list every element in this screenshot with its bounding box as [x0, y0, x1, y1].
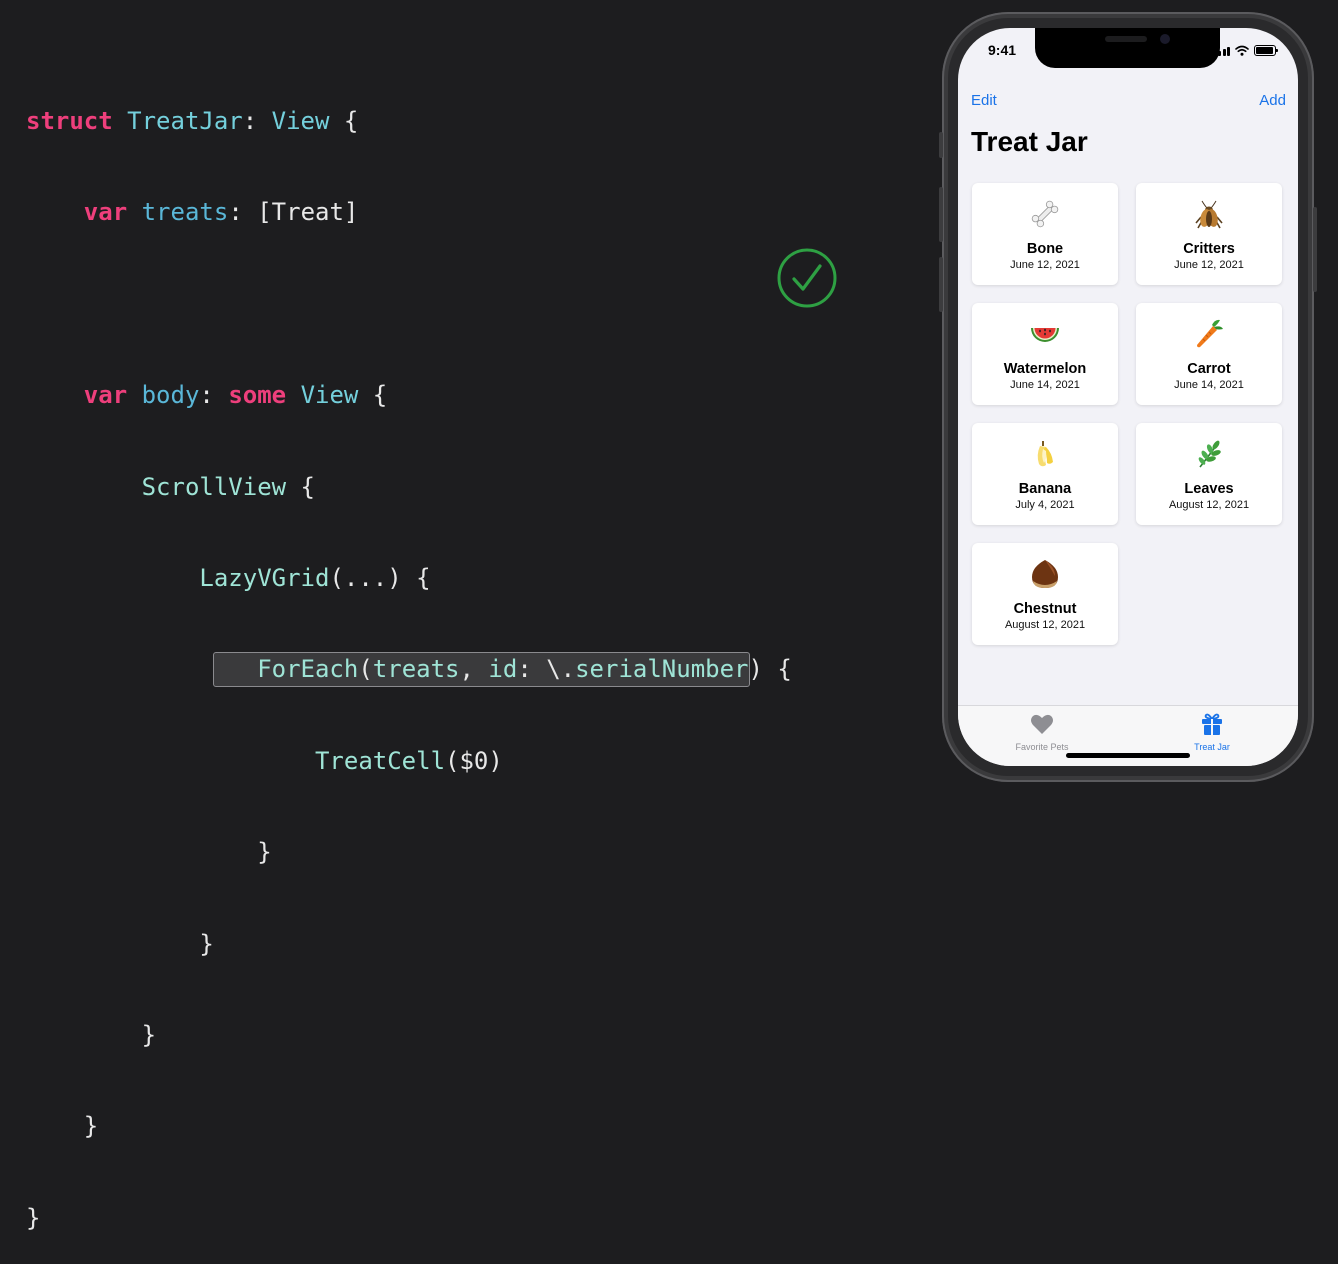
bone-icon: [972, 197, 1118, 231]
treat-date: August 12, 2021: [1168, 499, 1250, 511]
treat-card-critters[interactable]: Critters June 12, 2021: [1136, 183, 1282, 285]
treat-date: June 14, 2021: [1174, 379, 1244, 391]
heart-icon: [987, 712, 1097, 736]
notch: [1035, 28, 1220, 68]
code-line-6: LazyVGrid(...) {: [199, 563, 431, 592]
treat-name: Bone: [1026, 241, 1064, 257]
add-button[interactable]: Add: [1259, 92, 1286, 109]
treat-date: June 14, 2021: [1010, 379, 1080, 391]
chestnut-icon: [972, 557, 1118, 591]
side-button: [1313, 207, 1317, 292]
treat-card-banana[interactable]: Banana July 4, 2021: [972, 423, 1118, 525]
treat-date: July 4, 2021: [1015, 499, 1075, 511]
treat-date: June 12, 2021: [1010, 259, 1080, 271]
treat-date: June 12, 2021: [1174, 259, 1244, 271]
treat-card-watermelon[interactable]: Watermelon June 14, 2021: [972, 303, 1118, 405]
treat-card-chestnut[interactable]: Chestnut August 12, 2021: [972, 543, 1118, 645]
treat-name: Carrot: [1187, 361, 1231, 377]
treat-date: August 12, 2021: [1004, 619, 1086, 631]
home-indicator[interactable]: [1066, 753, 1190, 758]
volume-up-button: [939, 187, 943, 242]
code-line-11: }: [141, 1020, 157, 1049]
mute-switch: [939, 132, 943, 158]
iphone-frame: 9:41 Edit Add Treat Jar Bone June 12, 20…: [939, 12, 1317, 782]
front-camera: [1160, 34, 1170, 44]
treat-name: Watermelon: [1003, 361, 1087, 377]
tab-treat-jar[interactable]: Treat Jar: [1157, 712, 1267, 752]
carrot-icon: [1136, 317, 1282, 351]
tab-label: Treat Jar: [1194, 742, 1230, 752]
speaker-grille: [1105, 36, 1147, 42]
cellular-signal-icon: [1213, 46, 1230, 56]
code-line-4: var body: some View {: [83, 381, 388, 410]
code-line-9: }: [257, 838, 272, 867]
status-time: 9:41: [988, 42, 1017, 58]
code-snippet: struct TreatJar: View { var treats: [Tre…: [26, 48, 792, 1264]
edit-button[interactable]: Edit: [971, 92, 997, 109]
treat-name: Leaves: [1184, 481, 1234, 497]
treat-card-bone[interactable]: Bone June 12, 2021: [972, 183, 1118, 285]
code-line-8: TreatCell($0): [314, 746, 503, 775]
status-icons: [1213, 42, 1278, 56]
code-line-10: }: [199, 929, 214, 958]
tab-label: Favorite Pets: [1015, 742, 1069, 752]
page-title: Treat Jar: [971, 126, 1088, 157]
treat-card-carrot[interactable]: Carrot June 14, 2021: [1136, 303, 1282, 405]
phone-screen: 9:41 Edit Add Treat Jar Bone June 12, 20…: [958, 28, 1298, 766]
leaves-icon: [1136, 437, 1282, 471]
treat-grid: Bone June 12, 2021 Critters June 12, 202…: [972, 183, 1284, 645]
code-line-1: struct TreatJar: View {: [26, 107, 359, 135]
code-line-13: }: [26, 1203, 41, 1232]
code-line-2: var treats: [Treat]: [83, 198, 359, 227]
gift-icon: [1157, 712, 1267, 736]
checkmark-circle-icon: [777, 248, 837, 308]
volume-down-button: [939, 257, 943, 312]
cricket-icon: [1136, 197, 1282, 231]
code-line-foreach-highlighted: ForEach(treats, id: \.serialNumber) {: [26, 652, 792, 688]
code-line-5: ScrollView {: [141, 472, 315, 501]
treat-card-leaves[interactable]: Leaves August 12, 2021: [1136, 423, 1282, 525]
treat-name: Critters: [1183, 241, 1235, 257]
battery-icon: [1254, 45, 1278, 56]
wifi-icon: [1235, 45, 1249, 56]
tab-favorite-pets[interactable]: Favorite Pets: [987, 712, 1097, 752]
treat-name: Banana: [1018, 481, 1072, 497]
treat-name: Chestnut: [1013, 601, 1077, 617]
code-line-12: }: [83, 1112, 99, 1141]
banana-icon: [972, 437, 1118, 471]
watermelon-icon: [972, 317, 1118, 351]
